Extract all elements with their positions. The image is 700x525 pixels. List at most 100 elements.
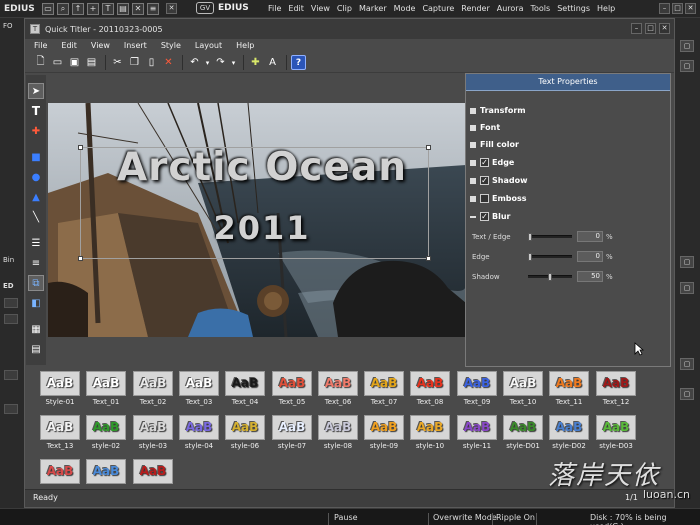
style-preset[interactable]: AaB style-06: [222, 415, 268, 455]
delete-icon[interactable]: ✕: [161, 55, 176, 70]
minimize-button[interactable]: –: [659, 3, 670, 14]
style-preview-swatch[interactable]: AaB: [179, 415, 219, 440]
text-insert-icon[interactable]: A: [265, 55, 280, 70]
edius-menu-item[interactable]: Mode: [394, 4, 416, 13]
insert-background-icon[interactable]: ✚: [248, 55, 263, 70]
search-icon[interactable]: ⌕: [57, 2, 69, 15]
style-preview-swatch[interactable]: AaB: [86, 415, 126, 440]
style-preview-swatch[interactable]: AaB: [272, 371, 312, 396]
table-tool-icon[interactable]: ▤: [28, 341, 44, 357]
expand-icon[interactable]: [470, 107, 476, 114]
style-preview-swatch[interactable]: AaB: [596, 415, 636, 440]
undo-icon[interactable]: ↶: [187, 55, 202, 70]
blur-shadow-value[interactable]: 50: [577, 271, 603, 282]
add-clip-icon[interactable]: +: [87, 2, 99, 15]
style-preset[interactable]: AaB style-10: [407, 415, 453, 455]
ellipse-tool-icon[interactable]: ●: [28, 169, 44, 185]
style-preset[interactable]: AaB Text_13: [37, 415, 83, 455]
style-preview-swatch[interactable]: AaB: [86, 459, 126, 484]
track-strip[interactable]: [4, 404, 18, 414]
style-preset[interactable]: AaB Text_09: [454, 371, 500, 411]
title-canvas[interactable]: Arctic Ocean 2011: [48, 103, 466, 337]
style-preset[interactable]: AaB style-D02: [546, 415, 592, 455]
panel-strip[interactable]: [4, 298, 18, 308]
ripple-status[interactable]: Ripple On: [496, 513, 535, 522]
style-preview-swatch[interactable]: AaB: [364, 415, 404, 440]
help-icon[interactable]: ?: [291, 55, 306, 70]
right-panel-button[interactable]: ▢: [680, 256, 694, 268]
close-button[interactable]: ✕: [659, 23, 670, 34]
blur-edge-slider[interactable]: [528, 253, 572, 261]
save-icon[interactable]: ▣: [67, 55, 82, 70]
style-preview-swatch[interactable]: AaB: [318, 371, 358, 396]
style-preset[interactable]: AaB style-04: [176, 415, 222, 455]
titler-menu-item[interactable]: Style: [161, 41, 181, 50]
panel-strip[interactable]: [4, 314, 18, 324]
color-bar-icon[interactable]: ▤: [117, 2, 129, 15]
image-tool-icon[interactable]: ✚: [28, 123, 44, 139]
titler-menu-item[interactable]: Help: [236, 41, 254, 50]
layer-tool-icon[interactable]: ◧: [28, 295, 44, 311]
edius-menu-item[interactable]: Marker: [359, 4, 387, 13]
edius-menu-item[interactable]: File: [268, 4, 281, 13]
titler-menu-item[interactable]: View: [91, 41, 110, 50]
cut-icon[interactable]: ✂: [110, 55, 125, 70]
style-preview-swatch[interactable]: AaB: [596, 371, 636, 396]
selection-tool-icon[interactable]: ➤: [28, 83, 44, 99]
blur-text-edge-value[interactable]: 0: [577, 231, 603, 242]
save-as-icon[interactable]: ▤: [84, 55, 99, 70]
slider-thumb[interactable]: [528, 233, 532, 241]
style-preview-swatch[interactable]: AaB: [272, 415, 312, 440]
section-transform[interactable]: Transform: [470, 106, 526, 115]
style-preview-swatch[interactable]: AaB: [179, 371, 219, 396]
style-preset[interactable]: AaB Text_12: [593, 371, 639, 411]
edge-checkbox[interactable]: ✓: [480, 158, 489, 167]
style-preview-swatch[interactable]: AaB: [503, 415, 543, 440]
edius-menu-item[interactable]: Aurora: [497, 4, 524, 13]
style-preview-swatch[interactable]: AaB: [40, 459, 80, 484]
style-preset[interactable]: AaB Text_01: [83, 371, 129, 411]
collapse-icon[interactable]: [470, 215, 476, 218]
edius-menu-item[interactable]: Settings: [557, 4, 590, 13]
blur-text-edge-slider[interactable]: [528, 233, 572, 241]
edius-menu-item[interactable]: Capture: [422, 4, 454, 13]
folder-icon[interactable]: ▭: [42, 2, 54, 15]
style-preset[interactable]: AaB style-08: [315, 415, 361, 455]
style-preview-swatch[interactable]: AaB: [133, 371, 173, 396]
close-button[interactable]: ✕: [685, 3, 696, 14]
style-preview-swatch[interactable]: AaB: [40, 415, 80, 440]
style-preview-swatch[interactable]: AaB: [133, 459, 173, 484]
edius-menu-item[interactable]: Tools: [530, 4, 550, 13]
style-preset[interactable]: AaB Text_05: [269, 371, 315, 411]
style-preview-swatch[interactable]: AaB: [457, 371, 497, 396]
style-preset[interactable]: AaB Text_08: [407, 371, 453, 411]
expand-icon[interactable]: [470, 177, 476, 184]
style-preset[interactable]: AaB Text_11: [546, 371, 592, 411]
resize-handle[interactable]: [426, 145, 431, 150]
style-preview-swatch[interactable]: AaB: [549, 371, 589, 396]
style-preview-swatch[interactable]: AaB: [40, 371, 80, 396]
titler-menu-item[interactable]: File: [34, 41, 47, 50]
overwrite-mode-status[interactable]: Overwrite Mode: [433, 513, 497, 522]
undo-dropdown-icon[interactable]: ▾: [204, 55, 211, 70]
resize-handle[interactable]: [426, 256, 431, 261]
title-icon[interactable]: T: [102, 2, 114, 15]
style-preset[interactable]: AaB style-D01: [500, 415, 546, 455]
new-icon[interactable]: 🗋: [33, 55, 48, 70]
slider-thumb[interactable]: [548, 273, 552, 281]
titler-menu-item[interactable]: Insert: [124, 41, 147, 50]
align-tool-icon[interactable]: ☰: [28, 235, 44, 251]
properties-icon[interactable]: ≡: [147, 2, 159, 15]
style-preview-swatch[interactable]: AaB: [457, 415, 497, 440]
style-preset[interactable]: AaB Text_02: [130, 371, 176, 411]
titler-menu-item[interactable]: Edit: [61, 41, 77, 50]
style-preset[interactable]: AaB Text_03: [176, 371, 222, 411]
rectangle-tool-icon[interactable]: ■: [28, 149, 44, 165]
style-preview-swatch[interactable]: AaB: [225, 371, 265, 396]
section-shadow[interactable]: ✓ Shadow: [470, 176, 527, 185]
emboss-checkbox[interactable]: [480, 194, 489, 203]
blur-checkbox[interactable]: ✓: [480, 212, 489, 221]
style-preset[interactable]: AaB style-09: [361, 415, 407, 455]
style-preset[interactable]: AaB Text_04: [222, 371, 268, 411]
blur-edge-value[interactable]: 0: [577, 251, 603, 262]
